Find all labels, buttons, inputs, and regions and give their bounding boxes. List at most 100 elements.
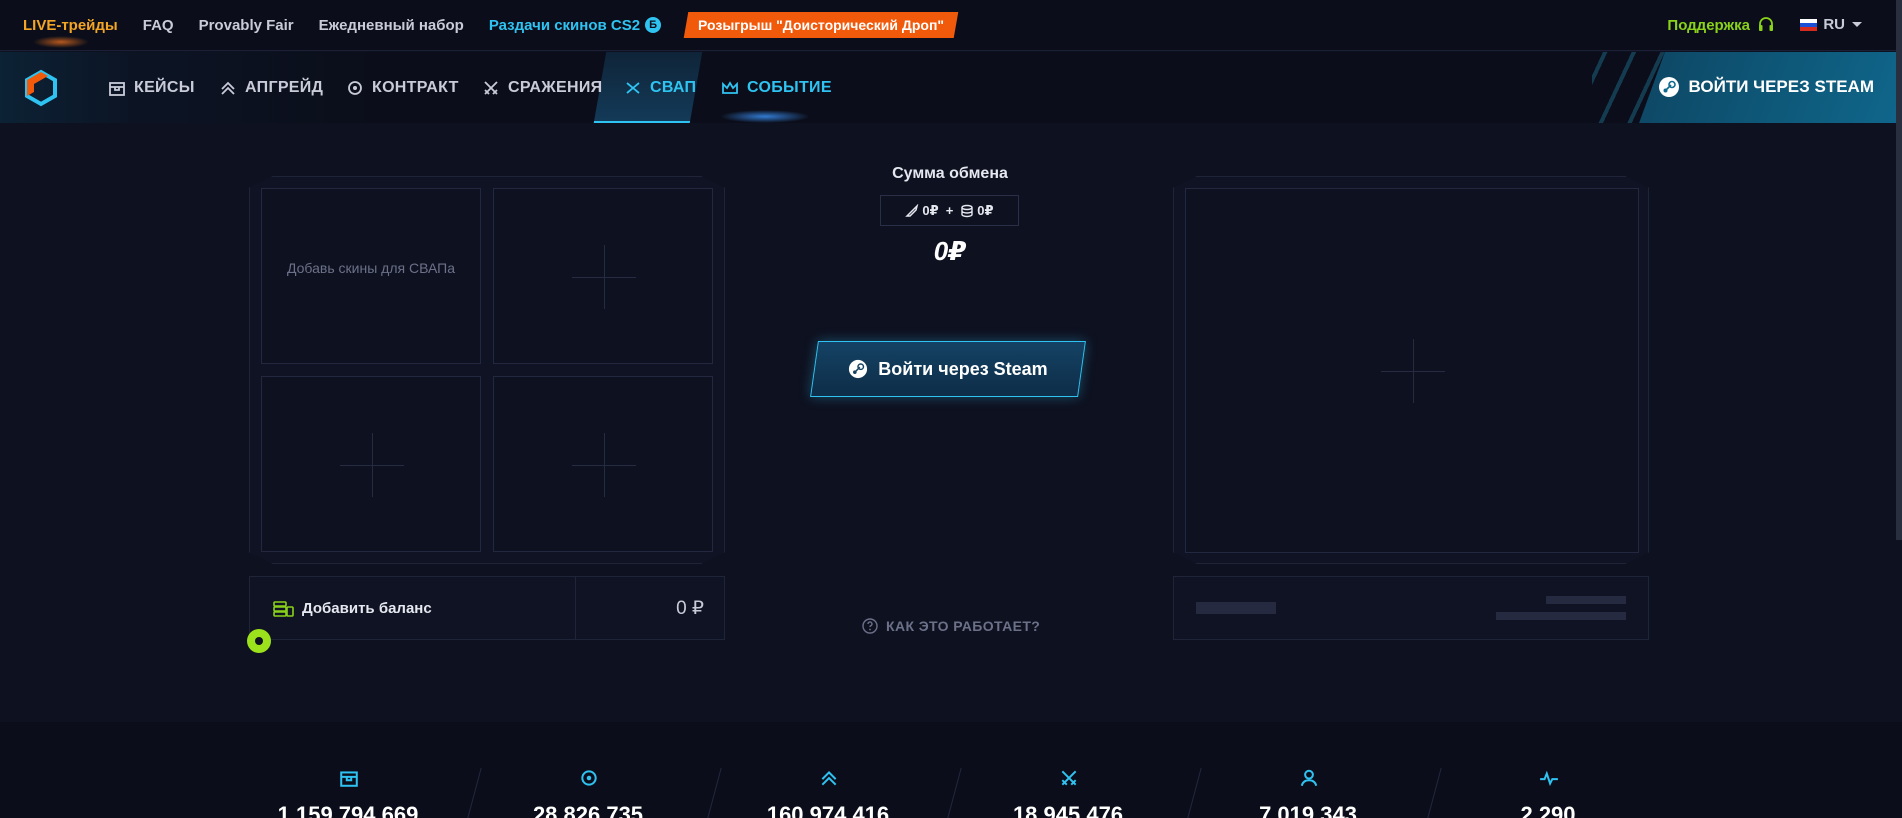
top-bar: LIVE-трейды FAQ Provably Fair Ежедневный… xyxy=(0,0,1902,51)
stat-contracts-value: 28 826 735 xyxy=(532,802,644,818)
stat-users: 7 019 343 xyxy=(1208,722,1408,818)
balance-bar: Добавить баланс 0 ₽ xyxy=(249,576,725,640)
stat-upgrades: 160 974 416 xyxy=(728,722,928,818)
page-scrollbar[interactable] xyxy=(1896,0,1902,540)
coins-icon xyxy=(273,601,294,617)
balance-amount[interactable]: 0 ₽ xyxy=(576,577,724,639)
plus-icon xyxy=(1413,339,1414,403)
skin-slot-3[interactable] xyxy=(261,376,481,552)
contract-icon xyxy=(581,770,597,786)
your-skins-panel: Добавь скины для СВАПа xyxy=(249,176,725,564)
add-balance-label: Добавить баланс xyxy=(302,599,432,617)
how-it-works-label: КАК ЭТО РАБОТАЕТ? xyxy=(886,618,1041,634)
skeleton-line xyxy=(1196,602,1276,614)
giveaways-label: Раздачи скинов CS2 xyxy=(488,16,641,34)
skin-slot-1[interactable]: Добавь скины для СВАПа xyxy=(261,188,481,364)
case-icon xyxy=(340,771,358,787)
slider-dot xyxy=(255,637,263,645)
user-icon xyxy=(1300,769,1318,787)
question-icon xyxy=(862,618,878,634)
steam-icon xyxy=(849,359,868,379)
language-selector[interactable]: RU xyxy=(1800,16,1862,33)
exchange-total: 0₽ xyxy=(933,236,967,266)
stat-users-value: 7 019 343 xyxy=(1259,802,1357,818)
steam-login-top-label: ВОЙТИ ЧЕРЕЗ STEAM xyxy=(1688,77,1874,96)
crown-icon xyxy=(722,80,738,94)
skin-slot-2[interactable] xyxy=(493,188,713,364)
add-balance-button[interactable]: Добавить баланс xyxy=(250,577,576,639)
target-info-bar xyxy=(1173,576,1649,640)
divider xyxy=(707,768,722,818)
stats-bar: 1 159 794 669 28 826 735 160 974 416 18 … xyxy=(0,722,1902,818)
stat-online: 2 290 xyxy=(1448,722,1648,818)
nav-event[interactable]: СОБЫТИЕ xyxy=(721,52,832,123)
divider xyxy=(1187,768,1202,818)
stat-cases: 1 159 794 669 xyxy=(248,722,448,818)
balance-sum: 0₽ xyxy=(960,202,994,219)
battles-icon xyxy=(1061,770,1077,786)
nav-battles-label: СРАЖЕНИЯ xyxy=(508,78,603,96)
nav-event-label: СОБЫТИЕ xyxy=(747,78,832,96)
stat-online-value: 2 290 xyxy=(1520,802,1576,818)
nav-upgrade-label: АПГРЕЙД xyxy=(245,78,324,96)
steam-login-top-button[interactable]: ВОЙТИ ЧЕРЕЗ STEAM xyxy=(1592,52,1902,123)
target-skin-slot[interactable] xyxy=(1185,188,1639,553)
skin-slot-4[interactable] xyxy=(493,376,713,552)
balance-sum-value: 0₽ xyxy=(977,202,994,218)
steam-login-button-label: Войти через Steam xyxy=(878,358,1048,379)
nav-cases-label: КЕЙСЫ xyxy=(134,78,195,96)
support-label: Поддержка xyxy=(1667,16,1750,34)
exchange-sum-title: Сумма обмена xyxy=(892,165,1008,182)
how-it-works-link[interactable]: КАК ЭТО РАБОТАЕТ? xyxy=(862,618,1040,634)
plus-icon xyxy=(604,245,605,309)
provably-fair-link[interactable]: Provably Fair xyxy=(199,17,294,34)
stat-battles-value: 18 945 476 xyxy=(1012,802,1124,818)
skeleton-line xyxy=(1546,596,1626,604)
divider xyxy=(467,768,482,818)
stat-battles: 18 945 476 xyxy=(968,722,1168,818)
steam-login-button[interactable]: Войти через Steam xyxy=(810,341,1086,397)
pulse-icon xyxy=(1540,770,1558,787)
case-icon xyxy=(109,81,125,96)
nav-swap[interactable]: СВАП xyxy=(624,52,696,123)
exchange-sum-breakdown: 0₽ + 0₽ xyxy=(880,195,1019,226)
skeleton-line xyxy=(1496,612,1626,620)
giveaways-badge: Б xyxy=(645,17,662,33)
battles-icon xyxy=(484,80,498,95)
nav-upgrade[interactable]: АПГРЕЙД xyxy=(219,52,323,123)
giveaways-link[interactable]: Раздачи скинов CS2 Б xyxy=(488,16,662,34)
skins-sum: 0₽ xyxy=(905,202,939,219)
live-trades-link[interactable]: LIVE-трейды xyxy=(23,17,118,48)
steam-icon xyxy=(1658,77,1679,97)
plus-icon xyxy=(372,433,373,497)
skins-sum-value: 0₽ xyxy=(922,202,939,218)
russia-flag-icon xyxy=(1800,18,1818,31)
daily-set-link[interactable]: Ежедневный набор xyxy=(319,17,464,34)
promo-label: Розыгрыш "Доисторический Дроп" xyxy=(698,17,945,33)
site-logo-icon[interactable] xyxy=(22,69,60,107)
nav-cases[interactable]: КЕЙСЫ xyxy=(108,52,195,123)
language-label: RU xyxy=(1823,16,1845,33)
contract-icon xyxy=(348,80,362,95)
support-link[interactable]: Поддержка xyxy=(1667,16,1775,34)
stat-contracts: 28 826 735 xyxy=(488,722,688,818)
divider xyxy=(947,768,962,818)
promo-banner[interactable]: Розыгрыш "Доисторический Дроп" xyxy=(683,12,959,38)
swap-icon xyxy=(626,81,640,94)
stat-cases-value: 1 159 794 669 xyxy=(277,802,419,818)
nav-contract[interactable]: КОНТРАКТ xyxy=(346,52,459,123)
plus-icon xyxy=(604,433,605,497)
nav-battles[interactable]: СРАЖЕНИЯ xyxy=(482,52,602,123)
add-skins-hint: Добавь скины для СВАПа xyxy=(287,260,455,276)
plus-sign: + xyxy=(945,203,954,218)
upgrade-icon xyxy=(821,771,837,786)
nav-swap-label: СВАП xyxy=(650,78,697,96)
faq-link[interactable]: FAQ xyxy=(143,17,174,34)
headset-icon xyxy=(1759,17,1773,31)
balance-slider-handle[interactable] xyxy=(247,629,271,653)
nav-contract-label: КОНТРАКТ xyxy=(372,78,459,96)
coins-stack-icon xyxy=(961,204,973,217)
steam-login-top-label-wrap: ВОЙТИ ЧЕРЕЗ STEAM xyxy=(1658,76,1874,98)
target-skin-panel xyxy=(1173,176,1649,564)
stat-upgrades-value: 160 974 416 xyxy=(766,802,890,818)
